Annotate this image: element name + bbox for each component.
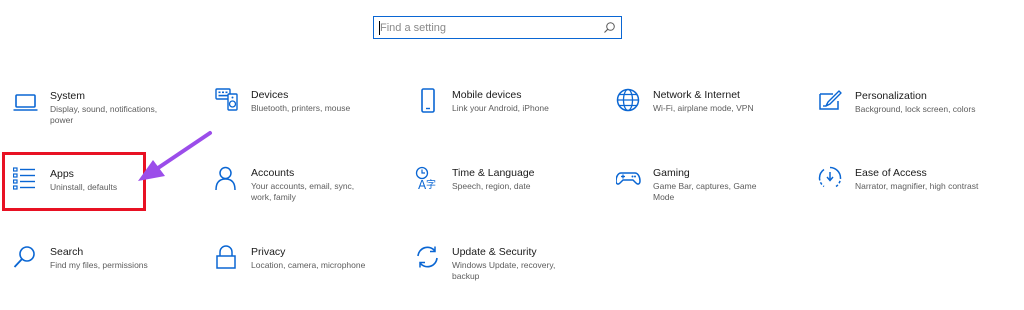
tile-accounts[interactable]: Accounts Your accounts, email, sync, wor… (214, 166, 394, 226)
tile-description: Your accounts, email, sync, work, family (251, 181, 355, 202)
tile-title: Personalization (855, 90, 927, 102)
tile-title: Gaming (653, 167, 690, 179)
ease-of-access-icon (818, 166, 846, 194)
keyboard-speaker-icon (214, 88, 242, 116)
tile-mobile-devices[interactable]: Mobile devices Link your Android, iPhone (415, 88, 595, 148)
tile-description: Find my files, permissions (50, 260, 148, 270)
tile-description: Location, camera, microphone (251, 260, 366, 270)
tile-title: Privacy (251, 246, 286, 258)
tile-title: System (50, 90, 86, 102)
settings-home: System Display, sound, notifications, po… (0, 0, 1024, 310)
time-language-icon: A 字 (415, 166, 443, 194)
search-box[interactable] (373, 16, 622, 39)
tile-gaming[interactable]: Gaming Game Bar, captures, Game Mode (616, 166, 796, 226)
apps-highlight-box (2, 152, 146, 211)
magnifier-icon (13, 245, 41, 273)
tile-search[interactable]: Search Find my files, permissions (13, 245, 193, 305)
tile-ease-of-access[interactable]: Ease of Access Narrator, magnifier, high… (818, 166, 998, 226)
tile-personalization[interactable]: Personalization Background, lock screen,… (818, 89, 998, 149)
person-icon (214, 166, 242, 194)
tile-description: Windows Update, recovery, backup (452, 260, 556, 281)
tile-description: Link your Android, iPhone (452, 103, 549, 113)
tile-title: Ease of Access (855, 167, 927, 179)
tile-description: Narrator, magnifier, high contrast (855, 181, 979, 191)
tile-title: Accounts (251, 167, 295, 179)
tile-description: Display, sound, notifications, power (50, 104, 158, 125)
laptop-icon (13, 89, 41, 117)
tile-description: Bluetooth, printers, mouse (251, 103, 351, 113)
tile-title: Search (50, 246, 84, 258)
tile-title: Network & Internet (653, 89, 740, 101)
tile-description: Speech, region, date (452, 181, 531, 191)
paintbrush-icon (818, 89, 846, 117)
tile-time-language[interactable]: A 字 Time & Language Speech, region, date (415, 166, 595, 226)
svg-text:字: 字 (426, 178, 436, 191)
tile-devices[interactable]: Devices Bluetooth, printers, mouse (214, 88, 394, 148)
tile-description: Game Bar, captures, Game Mode (653, 181, 757, 202)
tile-privacy[interactable]: Privacy Location, camera, microphone (214, 245, 394, 305)
gamepad-icon (616, 166, 644, 194)
tile-network-internet[interactable]: Network & Internet Wi-Fi, airplane mode,… (616, 88, 796, 148)
tile-update-security[interactable]: Update & Security Windows Update, recove… (415, 245, 595, 305)
lock-icon (214, 245, 242, 273)
phone-icon (415, 88, 443, 116)
tile-title: Devices (251, 89, 289, 101)
tile-description: Background, lock screen, colors (855, 104, 976, 114)
tile-title: Mobile devices (452, 89, 522, 101)
search-icon[interactable] (603, 21, 616, 34)
tile-title: Time & Language (452, 167, 535, 179)
globe-icon (616, 88, 644, 116)
tile-system[interactable]: System Display, sound, notifications, po… (13, 89, 193, 149)
sync-arrows-icon (415, 245, 443, 273)
tile-description: Wi-Fi, airplane mode, VPN (653, 103, 754, 113)
tile-title: Update & Security (452, 246, 537, 258)
search-input[interactable] (380, 18, 600, 37)
